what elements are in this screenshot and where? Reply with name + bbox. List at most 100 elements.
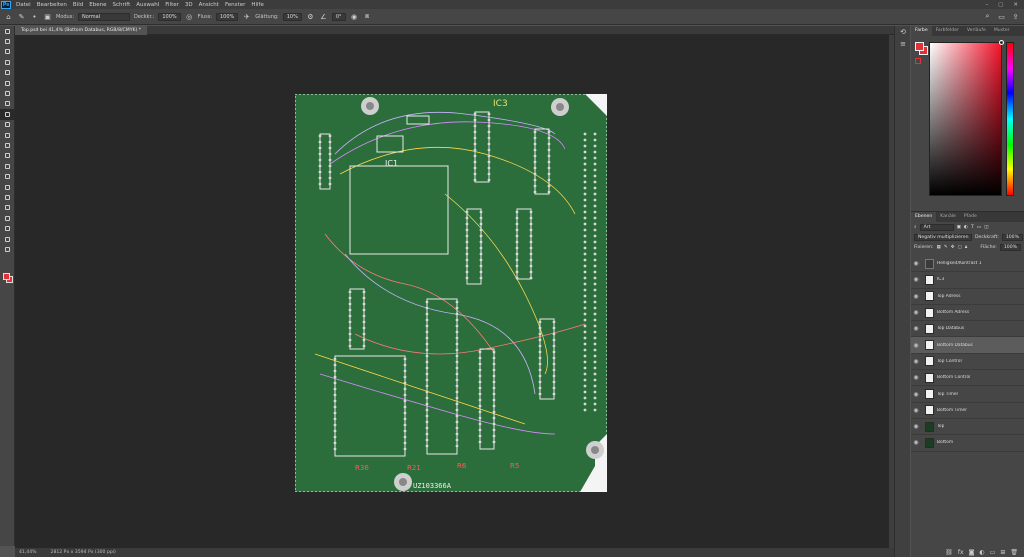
share-icon[interactable]: ⇪	[1011, 12, 1020, 21]
layer-row[interactable]: ◉ Top	[911, 419, 1024, 436]
menu-bild[interactable]: Bild	[70, 2, 86, 8]
hand-tool-icon[interactable]	[0, 223, 15, 233]
tab-muster[interactable]: Muster	[990, 26, 1014, 36]
flaeche-field[interactable]: 100%	[999, 243, 1021, 251]
search-icon[interactable]: ⌕	[983, 12, 992, 21]
maximize-icon[interactable]: ▢	[998, 2, 1003, 8]
layer-row[interactable]: ◉ Bottom Timer	[911, 403, 1024, 419]
angle-field[interactable]: 0°	[331, 12, 346, 21]
lock-move-icon[interactable]: ✥	[951, 245, 955, 250]
eyedropper-tool-icon[interactable]	[0, 88, 15, 98]
lock-paint-icon[interactable]: ✎	[944, 245, 948, 250]
stamp-tool-icon[interactable]	[0, 120, 15, 130]
tab-verlaeufe[interactable]: Verläufe	[963, 26, 990, 36]
deckkraft-field[interactable]: 100%	[158, 12, 181, 21]
lasso-tool-icon[interactable]	[0, 47, 15, 57]
visibility-eye-icon[interactable]: ◉	[911, 391, 921, 398]
brush-tool-icon[interactable]: ✎	[17, 12, 26, 21]
gamut-warning-icon[interactable]	[915, 58, 921, 64]
visibility-eye-icon[interactable]: ◉	[911, 358, 921, 365]
lock-pixels-icon[interactable]: ▦	[936, 245, 940, 250]
layer-row[interactable]: ◉ IC3	[911, 272, 1024, 289]
pressure-size-icon[interactable]: ◉	[350, 12, 359, 21]
menu-ansicht[interactable]: Ansicht	[196, 2, 222, 8]
eraser-tool-icon[interactable]	[0, 140, 15, 150]
filter-type-icon[interactable]: T	[971, 225, 974, 230]
filter-adjustment-icon[interactable]: ◐	[964, 225, 968, 230]
blur-tool-icon[interactable]	[0, 161, 15, 171]
visibility-eye-icon[interactable]: ◉	[911, 293, 921, 300]
brush-settings-icon[interactable]: ▣	[43, 12, 52, 21]
history-icon[interactable]: ⟲	[895, 26, 911, 38]
zoom-tool-icon[interactable]	[0, 234, 15, 244]
lock-all-icon[interactable]: 🔒︎	[965, 244, 967, 250]
gear-icon[interactable]: ⚙	[306, 12, 315, 21]
visibility-eye-icon[interactable]: ◉	[911, 309, 921, 316]
visibility-eye-icon[interactable]: ◉	[911, 423, 921, 430]
minimize-icon[interactable]: –	[985, 2, 988, 8]
healing-tool-icon[interactable]	[0, 99, 15, 109]
visibility-eye-icon[interactable]: ◉	[911, 374, 921, 381]
brush-preset-icon[interactable]: •	[30, 12, 39, 21]
delete-layer-icon[interactable]: 🗑︎	[1010, 549, 1018, 556]
fluss-field[interactable]: 100%	[216, 12, 239, 21]
visibility-eye-icon[interactable]: ◉	[911, 325, 921, 332]
move-tool-icon[interactable]	[0, 26, 15, 36]
tab-farbe[interactable]: Farbe	[911, 26, 932, 36]
layer-mask-icon[interactable]: ◙	[969, 549, 975, 556]
layer-row[interactable]: ◉ Bottom Databus	[911, 337, 1024, 354]
layer-row[interactable]: ◉ Top Timer	[911, 386, 1024, 403]
link-layers-icon[interactable]: ⛓	[945, 549, 953, 556]
menu-3d[interactable]: 3D	[182, 2, 196, 8]
visibility-eye-icon[interactable]: ◉	[911, 276, 921, 283]
layer-row[interactable]: ◉ Top Control	[911, 354, 1024, 371]
new-group-icon[interactable]: ▭	[990, 549, 996, 556]
layer-filter-dropdown[interactable]: Art	[919, 223, 954, 231]
foreground-color-swatch[interactable]	[3, 273, 10, 280]
color-picker-marker[interactable]	[999, 40, 1004, 45]
menu-hilfe[interactable]: Hilfe	[248, 2, 267, 8]
modus-dropdown[interactable]: Normal	[78, 12, 131, 21]
new-layer-icon[interactable]: ⊞	[1000, 549, 1005, 556]
layer-row[interactable]: ◉ Bottom Control	[911, 370, 1024, 387]
saturation-brightness-field[interactable]	[929, 42, 1002, 196]
filter-pixel-icon[interactable]: ▣	[957, 225, 961, 230]
airbrush-icon[interactable]: ✈	[242, 12, 251, 21]
menu-bearbeiten[interactable]: Bearbeiten	[34, 2, 70, 8]
tab-kanaele[interactable]: Kanäle	[936, 212, 960, 222]
adjustment-layer-icon[interactable]: ◐	[979, 549, 984, 556]
pcb-image[interactable]: IC3 IC1 UZ103366A R36 R21 R6 R5	[295, 94, 607, 492]
tab-ebenen[interactable]: Ebenen	[911, 212, 937, 222]
frame-tool-icon[interactable]	[0, 78, 15, 88]
quick-select-tool-icon[interactable]	[0, 57, 15, 67]
layer-style-icon[interactable]: fx	[958, 549, 964, 556]
menu-schrift[interactable]: Schrift	[109, 2, 133, 8]
menu-ebene[interactable]: Ebene	[86, 2, 109, 8]
visibility-eye-icon[interactable]: ◉	[911, 407, 921, 414]
home-icon[interactable]: ⌂	[4, 12, 13, 21]
gradient-tool-icon[interactable]	[0, 151, 15, 161]
pen-tool-icon[interactable]	[0, 182, 15, 192]
layer-row[interactable]: ◉ Top Adress	[911, 289, 1024, 305]
document-tab[interactable]: Top.psd bei 41,4% (Bottom Databus, RGB/8…	[15, 26, 148, 35]
rectangle-tool-icon[interactable]	[0, 213, 15, 223]
glaettung-field[interactable]: 10%	[282, 12, 302, 21]
hue-slider[interactable]	[1006, 42, 1014, 196]
menu-auswahl[interactable]: Auswahl	[133, 2, 162, 8]
filter-shape-icon[interactable]: ▭	[977, 225, 981, 230]
properties-icon[interactable]: ≡	[895, 38, 911, 50]
opacity-field[interactable]: 100%	[1001, 233, 1023, 241]
more-tool-icon[interactable]	[0, 244, 15, 254]
symmetry-icon[interactable]: ⧈	[363, 12, 372, 21]
lock-artboard-icon[interactable]: ▢	[958, 245, 962, 250]
document-info[interactable]: 2812 Px x 3594 Px (300 ppi)	[51, 550, 116, 555]
dodge-tool-icon[interactable]	[0, 171, 15, 181]
layer-row[interactable]: ◉ Helligkeit/Kontrast 1	[911, 256, 1024, 273]
close-icon[interactable]: ✕	[1013, 2, 1018, 8]
workspace-icon[interactable]: ▭	[997, 12, 1006, 21]
brush-tool-icon[interactable]	[0, 109, 15, 120]
crop-tool-icon[interactable]	[0, 68, 15, 78]
layer-row[interactable]: ◉ Top Databus	[911, 321, 1024, 338]
layer-row[interactable]: ◉ Bottom Adress	[911, 305, 1024, 322]
color-panel-foreground-swatch[interactable]	[915, 42, 924, 51]
